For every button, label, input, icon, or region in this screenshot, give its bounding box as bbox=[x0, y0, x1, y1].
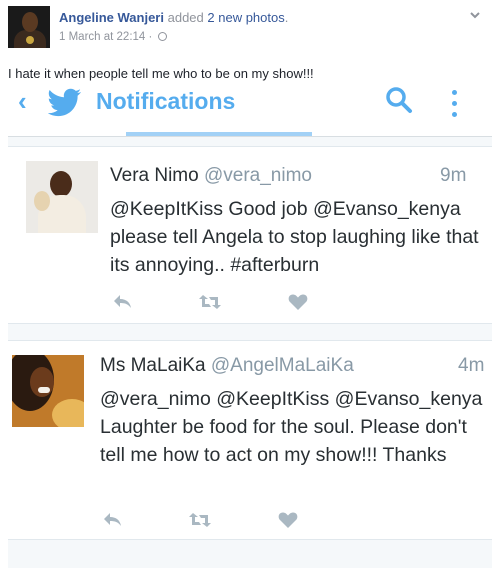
globe-icon[interactable] bbox=[157, 32, 167, 41]
tweet-text: @vera_nimo @KeepItKiss @Evanso_kenya Lau… bbox=[100, 388, 483, 466]
twitter-bird-icon bbox=[47, 88, 82, 118]
like-icon[interactable] bbox=[278, 511, 300, 529]
post-meta: 1 March at 22:14 · bbox=[59, 31, 167, 43]
post-action-text: added bbox=[167, 10, 204, 25]
header-divider bbox=[8, 136, 492, 137]
app-header: ‹ Notifications bbox=[8, 84, 492, 136]
tweet-text: @KeepItKiss Good job @Evanso_kenya pleas… bbox=[110, 198, 479, 276]
tweet-time: 4m bbox=[458, 355, 485, 376]
avatar[interactable] bbox=[12, 355, 84, 427]
tweet-author-line: Ms MaLaiKa @AngelMaLaiKa bbox=[100, 355, 354, 377]
post-status-text: I hate it when people tell me who to be … bbox=[8, 66, 314, 81]
tweet-author-handle[interactable]: @AngelMaLaiKa bbox=[211, 355, 354, 376]
reply-icon[interactable] bbox=[102, 511, 124, 529]
chevron-down-icon[interactable] bbox=[468, 8, 482, 22]
tweet-item[interactable]: Ms MaLaiKa @AngelMaLaiKa 4m @vera_nimo @… bbox=[8, 340, 492, 540]
tweet-author-name[interactable]: Ms MaLaiKa bbox=[100, 355, 206, 376]
more-vertical-icon[interactable] bbox=[452, 90, 458, 117]
post-header: Angeline Wanjeri added 2 new photos. 1 M… bbox=[8, 6, 488, 50]
avatar[interactable] bbox=[26, 161, 98, 233]
search-icon[interactable] bbox=[384, 86, 414, 116]
tweet-time: 9m bbox=[440, 165, 467, 186]
post-action-suffix: . bbox=[284, 10, 289, 25]
back-arrow-icon[interactable]: ‹ bbox=[18, 86, 27, 117]
post-timestamp[interactable]: 1 March at 22:14 · bbox=[59, 31, 152, 43]
post-title-line: Angeline Wanjeri added 2 new photos. bbox=[59, 10, 288, 25]
photo-screenshot[interactable]: ‹ Notifications Vera Nimo @vera_nimo 9m … bbox=[8, 84, 492, 568]
retweet-icon[interactable] bbox=[198, 293, 221, 311]
page-title: Notifications bbox=[96, 88, 236, 114]
tweet-author-name[interactable]: Vera Nimo bbox=[110, 165, 199, 186]
author-avatar[interactable] bbox=[8, 6, 50, 48]
photos-link[interactable]: 2 new photos bbox=[207, 10, 284, 25]
author-name-link[interactable]: Angeline Wanjeri bbox=[59, 10, 164, 25]
like-icon[interactable] bbox=[288, 293, 310, 311]
tweet-author-line: Vera Nimo @vera_nimo bbox=[110, 165, 312, 187]
tweet-author-handle[interactable]: @vera_nimo bbox=[204, 165, 312, 186]
retweet-icon[interactable] bbox=[188, 511, 211, 529]
reply-icon[interactable] bbox=[112, 293, 134, 311]
tweet-item[interactable]: Vera Nimo @vera_nimo 9m @KeepItKiss Good… bbox=[8, 146, 492, 324]
